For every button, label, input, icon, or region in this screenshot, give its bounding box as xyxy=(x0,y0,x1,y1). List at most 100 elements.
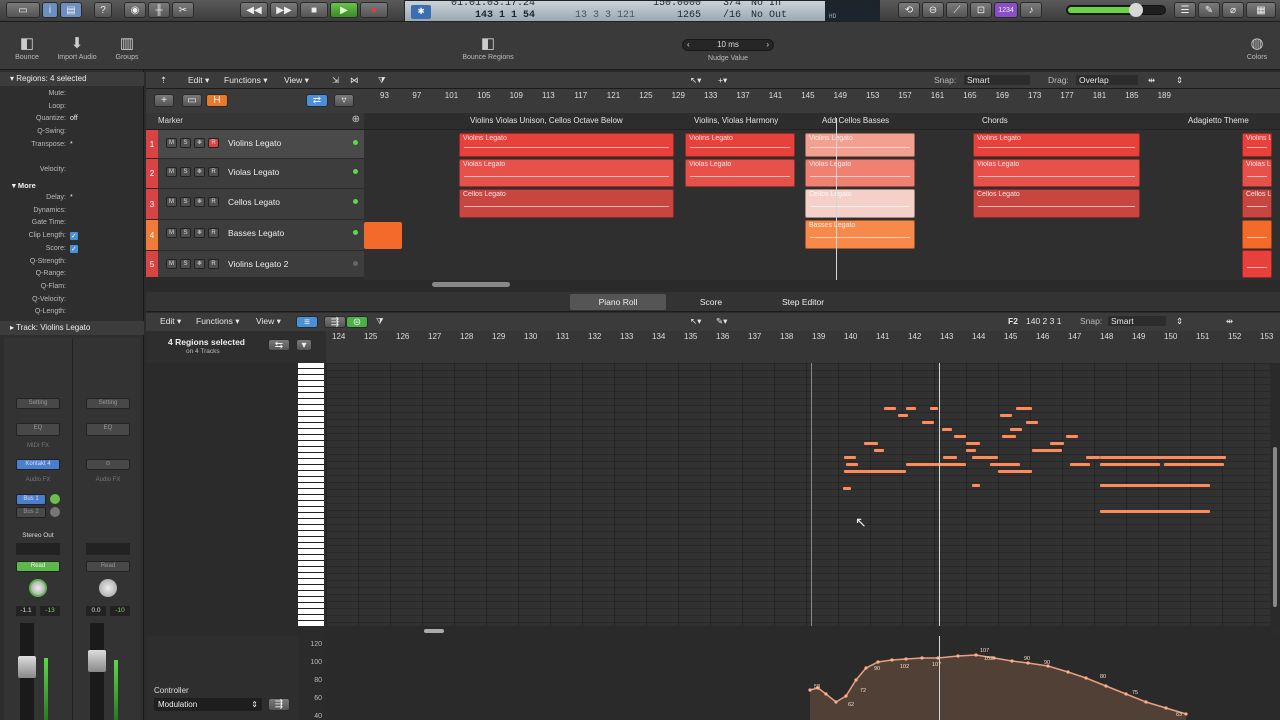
modulation-curve[interactable] xyxy=(326,636,1280,720)
pr-zoom-horizontal-icon[interactable]: ⇹ xyxy=(1226,316,1233,327)
output-slot[interactable]: Stereo Out xyxy=(16,532,60,539)
midi-region[interactable]: Violas Legato xyxy=(1242,159,1272,187)
marker-item[interactable]: Add Cellos Basses xyxy=(822,116,889,125)
drag-dropdown[interactable]: Overlap xyxy=(1076,75,1138,85)
tracks-scroll-thumb[interactable] xyxy=(432,282,510,287)
controller-dropdown[interactable]: Modulation ⇕ xyxy=(154,698,262,711)
cc-point[interactable] xyxy=(1184,712,1188,716)
lcd-display[interactable]: ✱ 01:01:03:17.24 143 1 1 54 13 3 3 121 1… xyxy=(404,0,880,22)
lcd-settings-icon[interactable]: ✱ xyxy=(411,5,431,19)
library-button[interactable]: ▭ xyxy=(6,2,40,18)
note[interactable] xyxy=(1100,510,1210,513)
pr-vertical-thumb[interactable] xyxy=(1273,447,1277,607)
note[interactable] xyxy=(966,442,980,445)
marker-item[interactable]: Chords xyxy=(982,116,1008,125)
controller-fx-button[interactable]: ⇶ xyxy=(268,698,290,711)
quick-help-button[interactable]: ? xyxy=(94,2,112,18)
solo-button[interactable]: S xyxy=(180,197,191,207)
controller-lane[interactable]: 58 62 72 90 102 107 107 102 90 90 80 75 63 xyxy=(326,636,1280,720)
cc-point[interactable] xyxy=(864,666,868,670)
note[interactable] xyxy=(1164,463,1224,466)
mute-button[interactable]: M xyxy=(166,228,177,238)
inspector-row[interactable]: Transpose: * xyxy=(0,141,144,154)
midi-region[interactable] xyxy=(1242,220,1272,249)
pr-horizontal-scrollbar[interactable] xyxy=(326,626,1270,636)
browsers-button[interactable]: ▦ xyxy=(1246,2,1276,18)
cc-point[interactable] xyxy=(844,694,848,698)
loop-browser-button[interactable]: ⌀ xyxy=(1222,2,1244,18)
inspector-more-row[interactable]: Q-Velocity: xyxy=(0,296,144,309)
cycle-button[interactable]: ⟲ xyxy=(898,2,920,18)
midi-region[interactable]: Violas Legato xyxy=(805,159,915,187)
note[interactable] xyxy=(1002,435,1016,438)
master-volume-knob[interactable] xyxy=(1129,3,1143,17)
note[interactable] xyxy=(884,407,896,410)
tracks-area[interactable]: Violins Legato Violas Legato Cellos Legato… xyxy=(364,118,1280,280)
freeze-button[interactable]: ❄ xyxy=(194,228,205,238)
marker-item[interactable]: Adagietto Theme xyxy=(1188,116,1249,125)
inspector-more-row[interactable]: Q-Range: xyxy=(0,270,144,283)
fader-left[interactable] xyxy=(18,656,36,678)
pr-horizontal-thumb[interactable] xyxy=(424,629,444,633)
note[interactable] xyxy=(943,456,957,459)
record-button[interactable]: ● xyxy=(360,2,388,18)
midi-region[interactable]: Violas Legato xyxy=(459,159,674,187)
send-bus-1[interactable]: Bus 1 xyxy=(16,494,46,505)
send-bus-2[interactable]: Bus 2 xyxy=(16,507,46,518)
pr-link-button[interactable]: ⇆ xyxy=(268,339,290,351)
tracks-view-menu[interactable]: View ▾ xyxy=(284,75,309,86)
tracks-edit-menu[interactable]: Edit ▾ xyxy=(188,75,209,86)
groups-button[interactable]: ▥ Groups xyxy=(110,36,144,61)
pointer-tool-icon[interactable]: ↖▾ xyxy=(690,75,701,86)
inspector-row[interactable]: Mute: xyxy=(0,90,144,103)
cc-point[interactable] xyxy=(890,658,894,662)
tab-step-editor[interactable]: Step Editor xyxy=(758,294,848,310)
pr-pointer-tool-icon[interactable]: ↖▾ xyxy=(690,316,701,327)
note[interactable] xyxy=(844,470,906,473)
midi-region[interactable]: Cellos Legato xyxy=(805,189,915,218)
tab-score[interactable]: Score xyxy=(666,294,756,310)
freeze-button[interactable]: ❄ xyxy=(194,138,205,148)
playhead[interactable] xyxy=(836,118,837,280)
pr-midi-out-button[interactable]: ⊜ xyxy=(346,316,368,328)
global-tracks-button[interactable]: ▭ xyxy=(182,94,202,107)
inspector-more-row[interactable]: Q-Flam: xyxy=(0,283,144,296)
midi-region[interactable]: Violas Legato xyxy=(973,159,1140,187)
record-enable-button[interactable]: R xyxy=(208,197,219,207)
midi-region[interactable]: Violins Legato xyxy=(973,133,1140,157)
record-enable-button[interactable]: R xyxy=(208,259,219,269)
note[interactable] xyxy=(954,435,966,438)
mute-button[interactable]: M xyxy=(166,138,177,148)
setting-button-right[interactable]: Setting xyxy=(86,398,130,409)
track-header-button[interactable]: H xyxy=(206,94,228,107)
inspector-more-row[interactable]: Q-Strength: xyxy=(0,258,144,271)
midi-region[interactable]: Violins Legato xyxy=(1242,133,1272,157)
region-inspector-header[interactable]: ▾ Regions: 4 selected xyxy=(0,72,144,86)
solo-button[interactable]: S xyxy=(180,259,191,269)
pr-midi-in-button[interactable]: ⇶ xyxy=(324,316,346,328)
cc-point[interactable] xyxy=(1084,676,1088,680)
master-volume-slider[interactable] xyxy=(1066,3,1166,17)
midi-region[interactable]: Basses Legato xyxy=(805,220,915,249)
inspector-row[interactable] xyxy=(0,154,144,167)
track-inspector-header[interactable]: ▸ Track: Violins Legato xyxy=(0,321,144,335)
send-1-knob[interactable] xyxy=(50,494,60,504)
note[interactable] xyxy=(930,407,938,410)
note[interactable] xyxy=(1032,449,1062,452)
note[interactable] xyxy=(998,470,1032,473)
marker-item[interactable]: Violins, Violas Harmony xyxy=(694,116,778,125)
solo-button[interactable]: S xyxy=(180,138,191,148)
nudge-left-icon[interactable]: ‹ xyxy=(687,40,690,50)
freeze-button[interactable]: ❄ xyxy=(194,167,205,177)
pr-ruler[interactable]: 124 125 126 127 128 129 130 131 132 133 134 135 136 1… xyxy=(326,331,1280,363)
cc-point[interactable] xyxy=(808,688,812,692)
cc-point[interactable] xyxy=(1104,684,1108,688)
note[interactable] xyxy=(844,456,856,459)
play-button[interactable]: ▶ xyxy=(330,2,358,18)
track-header[interactable]: 5 M S ❄ R Violins Legato 2 xyxy=(146,251,364,278)
group-slot-left[interactable] xyxy=(16,543,60,555)
inspector-more-row[interactable]: Gate Time: xyxy=(0,219,144,232)
pr-view-menu[interactable]: View ▾ xyxy=(256,316,281,327)
track-header[interactable]: 2 M S ❄ R Violas Legato xyxy=(146,159,364,189)
tracks-scrollbar[interactable] xyxy=(146,280,1280,290)
